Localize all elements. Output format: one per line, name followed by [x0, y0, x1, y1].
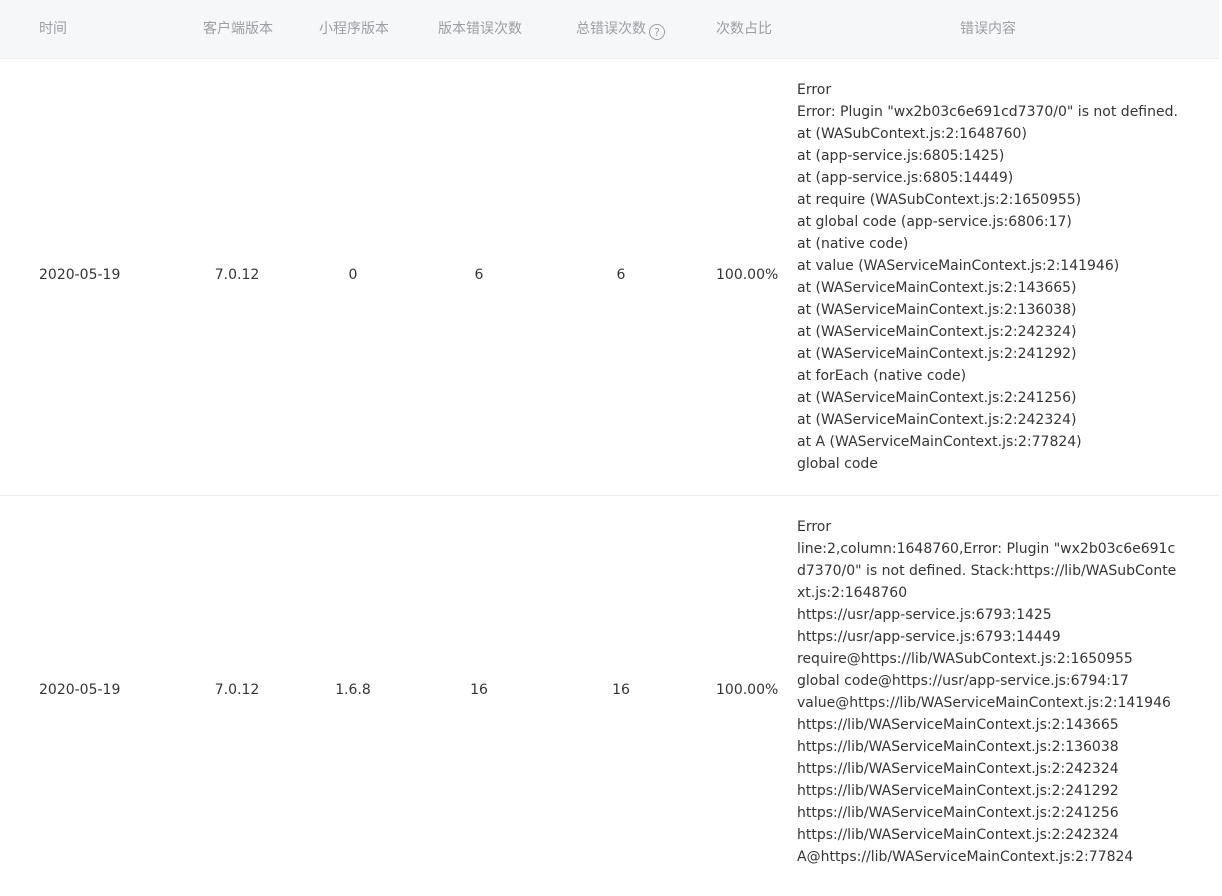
cell-client-version: 7.0.12	[214, 682, 260, 698]
error-line: at value (WAServiceMainContext.js:2:1419…	[797, 258, 1120, 274]
error-line: https://lib/WAServiceMainContext.js:2:13…	[797, 739, 1119, 755]
cell-mini-version: 0	[348, 267, 358, 283]
error-line: A@https://lib/WAServiceMainContext.js:2:…	[797, 849, 1134, 865]
error-line: require@https://lib/WASubContext.js:2:16…	[797, 651, 1133, 667]
cell-ratio: 100.00%	[716, 267, 779, 283]
error-line: global code@https://usr/app-service.js:6…	[797, 673, 1129, 689]
error-line: at (WAServiceMainContext.js:2:143665)	[797, 280, 1077, 296]
error-line: Error: Plugin "wx2b03c6e691cd7370/0" is …	[797, 104, 1178, 120]
error-line: at (WAServiceMainContext.js:2:242324)	[797, 324, 1077, 340]
header-client-version[interactable]: 客户端版本	[203, 0, 273, 58]
error-line: at A (WAServiceMainContext.js:2:77824)	[797, 434, 1082, 450]
header-mini-version[interactable]: 小程序版本	[319, 0, 389, 58]
cell-total-errors: 16	[612, 682, 630, 698]
error-line: at global code (app-service.js:6806:17)	[797, 214, 1072, 230]
error-line: Error	[797, 82, 832, 98]
error-line: https://lib/WAServiceMainContext.js:2:14…	[797, 717, 1119, 733]
error-line: https://lib/WAServiceMainContext.js:2:24…	[797, 761, 1119, 777]
header-time[interactable]: 时间	[39, 0, 67, 58]
error-line: at (WAServiceMainContext.js:2:241292)	[797, 346, 1077, 362]
error-line: at (app-service.js:6805:14449)	[797, 170, 1014, 186]
error-line: https://usr/app-service.js:6793:1425	[797, 607, 1052, 623]
header-version-errors[interactable]: 版本错误次数	[438, 0, 522, 58]
error-line: https://lib/WAServiceMainContext.js:2:24…	[797, 827, 1119, 843]
cell-error-content: Error line:2,column:1648760,Error: Plugi…	[797, 516, 1182, 868]
help-icon[interactable]: ?	[649, 24, 665, 40]
cell-version-errors: 6	[474, 267, 484, 283]
error-line: line:2,column:1648760,Error: Plugin "wx2…	[797, 541, 1177, 601]
error-line: at (WASubContext.js:2:1648760)	[797, 126, 1027, 142]
cell-time: 2020-05-19	[39, 682, 121, 698]
error-line: Error	[797, 519, 832, 535]
cell-total-errors: 6	[616, 267, 626, 283]
error-line: at (app-service.js:6805:1425)	[797, 148, 1005, 164]
error-line: value@https://lib/WAServiceMainContext.j…	[797, 695, 1171, 711]
table-header: 时间 客户端版本 小程序版本 版本错误次数 总错误次数? 次数占比 错误内容	[0, 0, 1219, 59]
error-table: 时间 客户端版本 小程序版本 版本错误次数 总错误次数? 次数占比 错误内容 2…	[0, 0, 1219, 896]
header-content: 错误内容	[960, 21, 1016, 37]
header-total-errors[interactable]: 总错误次数?	[576, 0, 665, 58]
error-line: at (native code)	[797, 236, 909, 252]
error-line: at (WAServiceMainContext.js:2:241256)	[797, 390, 1077, 406]
error-line: global code	[797, 456, 878, 472]
cell-ratio: 100.00%	[716, 682, 779, 698]
error-line: https://usr/app-service.js:6793:14449	[797, 629, 1061, 645]
error-line: https://lib/WAServiceMainContext.js:2:24…	[797, 783, 1119, 799]
error-line: at require (WASubContext.js:2:1650955)	[797, 192, 1082, 208]
cell-time: 2020-05-19	[39, 267, 121, 283]
header-total-errors-label: 总错误次数	[576, 21, 646, 37]
error-line: at (WAServiceMainContext.js:2:242324)	[797, 412, 1077, 428]
cell-version-errors: 16	[470, 682, 488, 698]
error-line: at (WAServiceMainContext.js:2:136038)	[797, 302, 1077, 318]
error-line: at forEach (native code)	[797, 368, 967, 384]
cell-mini-version: 1.6.8	[335, 682, 371, 698]
header-ratio[interactable]: 次数占比	[716, 0, 772, 58]
table-row: 2020-05-19 7.0.12 0 6 6 100.00% Error Er…	[0, 59, 1219, 496]
table-row: 2020-05-19 7.0.12 1.6.8 16 16 100.00% Er…	[0, 496, 1219, 896]
cell-client-version: 7.0.12	[214, 267, 260, 283]
cell-error-content: Error Error: Plugin "wx2b03c6e691cd7370/…	[797, 79, 1182, 475]
error-line: https://lib/WAServiceMainContext.js:2:24…	[797, 805, 1119, 821]
